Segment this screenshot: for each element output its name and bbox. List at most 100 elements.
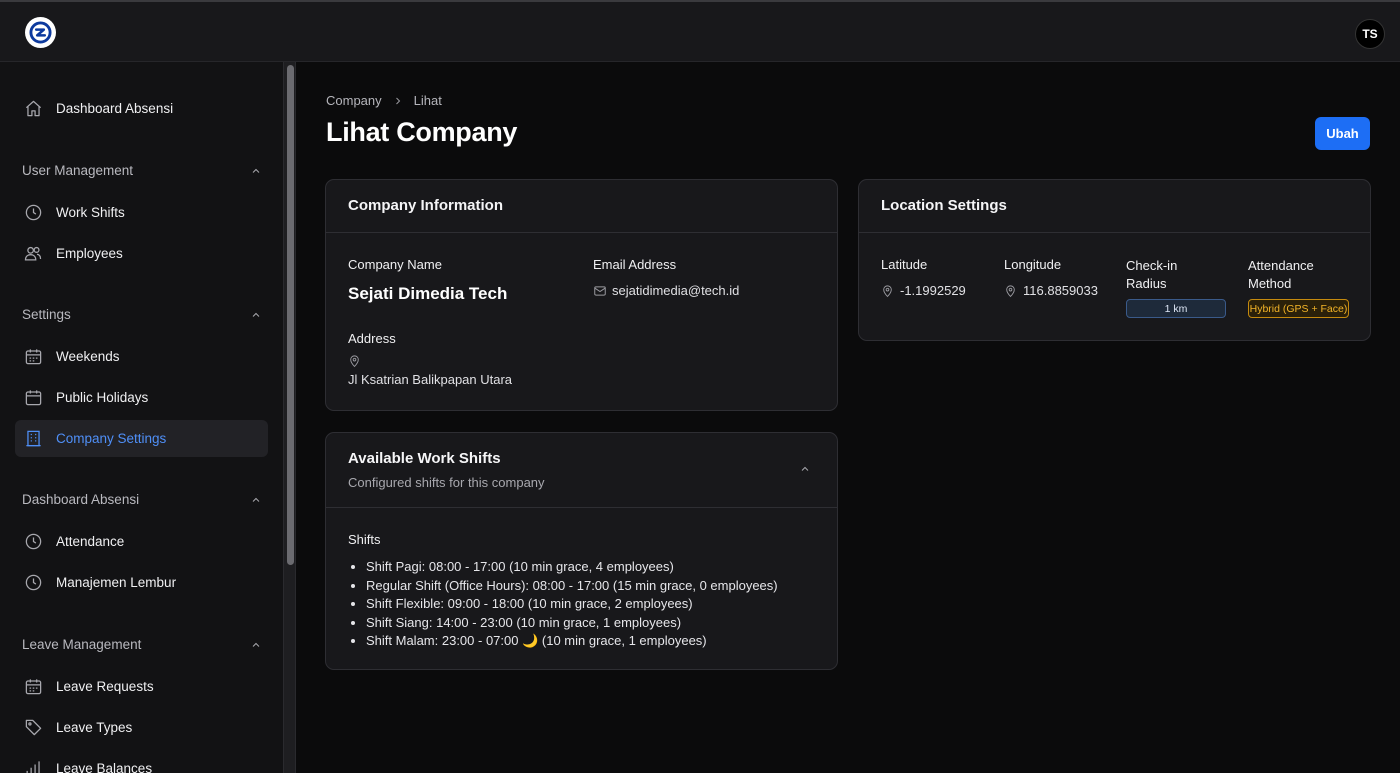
section-title: Leave Management xyxy=(22,637,142,652)
section-user-management[interactable]: User Management xyxy=(22,163,262,178)
attendance-method-badge: Hybrid (GPS + Face) xyxy=(1248,299,1349,318)
sidebar-item-employees[interactable]: Employees xyxy=(15,235,268,272)
card-title: Available Work Shifts xyxy=(348,450,501,467)
list-item: Shift Malam: 23:00 - 07:00 🌙 (10 min gra… xyxy=(366,632,778,651)
latitude-value: -1.1992529 xyxy=(881,283,966,298)
label-line: Attendance xyxy=(1248,258,1314,273)
map-pin-icon xyxy=(1006,284,1015,297)
clock-icon xyxy=(23,532,43,552)
clock-icon xyxy=(23,203,43,223)
calendar-grid-icon xyxy=(23,347,43,367)
shift-list: Shift Pagi: 08:00 - 17:00 (10 min grace,… xyxy=(366,558,778,651)
map-pin-icon xyxy=(350,355,359,368)
sidebar-item-label: Dashboard Absensi xyxy=(56,101,174,116)
company-name-value: Sejati Dimedia Tech xyxy=(348,284,508,303)
section-title: User Management xyxy=(22,163,134,178)
sidebar-item-label: Attendance xyxy=(56,534,125,549)
mail-icon xyxy=(594,285,606,296)
chevron-up-icon xyxy=(252,312,260,317)
sidebar-item-label: Leave Requests xyxy=(56,679,154,694)
top-bar: TS xyxy=(0,0,1400,62)
sidebar-item-manajemen-lembur[interactable]: Manajemen Lembur xyxy=(15,564,268,601)
card-title: Company Information xyxy=(326,180,837,233)
sidebar-item-label: Manajemen Lembur xyxy=(56,575,177,590)
section-leave-management[interactable]: Leave Management xyxy=(22,637,262,652)
section-title: Settings xyxy=(22,307,71,322)
label-line: Check-in xyxy=(1126,258,1178,273)
app-logo[interactable] xyxy=(25,17,56,48)
chevron-up-icon xyxy=(252,497,260,502)
sidebar-item-leave-requests[interactable]: Leave Requests xyxy=(15,668,268,705)
chevron-up-icon xyxy=(252,168,260,173)
work-shifts-card: Available Work Shifts Configured shifts … xyxy=(325,432,838,670)
tag-icon xyxy=(23,718,43,738)
section-dashboard-absensi[interactable]: Dashboard Absensi xyxy=(22,492,262,507)
email-label: Email Address xyxy=(593,257,677,272)
sidebar-item-work-shifts[interactable]: Work Shifts xyxy=(15,194,268,231)
home-icon xyxy=(23,99,43,119)
sidebar-item-label: Weekends xyxy=(56,349,120,364)
longitude-value: 116.8859033 xyxy=(1004,283,1098,298)
bar-chart-icon xyxy=(23,759,43,773)
checkin-radius-label: Check-in Radius xyxy=(1126,257,1177,293)
sidebar-item-attendance[interactable]: Attendance xyxy=(15,523,268,560)
scrollbar-thumb[interactable] xyxy=(287,65,294,565)
email-value: sejatidimedia@tech.id xyxy=(593,283,739,298)
latitude-label: Latitude xyxy=(881,257,928,272)
edit-button[interactable]: Ubah xyxy=(1315,117,1370,150)
page-title: Lihat Company xyxy=(326,117,518,147)
sidebar-item-label: Leave Types xyxy=(56,720,133,735)
sidebar-item-label: Work Shifts xyxy=(56,205,125,220)
card-subtitle: Configured shifts for this company xyxy=(348,475,545,490)
calendar-icon xyxy=(23,388,43,408)
address-value: Jl Ksatrian Balikpapan Utara xyxy=(348,372,513,387)
breadcrumb-current: Lihat xyxy=(413,93,442,108)
user-avatar[interactable]: TS xyxy=(1355,19,1385,49)
section-title: Dashboard Absensi xyxy=(22,492,140,507)
latitude-text: -1.1992529 xyxy=(900,283,966,298)
list-item: Shift Siang: 14:00 - 23:00 (10 min grace… xyxy=(366,614,778,633)
chevron-up-icon xyxy=(252,642,260,647)
card-title: Location Settings xyxy=(859,180,1370,233)
sidebar-item-label: Employees xyxy=(56,246,123,261)
address-label: Address xyxy=(348,331,396,346)
sidebar-item-weekends[interactable]: Weekends xyxy=(15,338,268,375)
company-info-card: Company Information Company Name Sejati … xyxy=(325,179,838,411)
label-line: Radius xyxy=(1126,276,1167,291)
company-name-label: Company Name xyxy=(348,257,442,272)
shifts-label: Shifts xyxy=(348,532,381,547)
list-item: Regular Shift (Office Hours): 08:00 - 17… xyxy=(366,577,778,596)
attendance-method-label: Attendance Method xyxy=(1248,257,1314,293)
location-settings-card: Location Settings Latitude -1.1992529 Lo… xyxy=(858,179,1371,341)
sidebar-item-leave-types[interactable]: Leave Types xyxy=(15,709,268,746)
main-content: Company Lihat Lihat Company Ubah Company… xyxy=(297,62,1400,773)
calendar-grid-icon xyxy=(23,677,43,697)
sidebar-item-label: Company Settings xyxy=(56,431,167,446)
sidebar-item-dashboard-absensi[interactable]: Dashboard Absensi xyxy=(15,90,268,127)
breadcrumb: Company Lihat xyxy=(326,93,442,108)
sidebar-item-label: Leave Balances xyxy=(56,761,153,773)
email-text: sejatidimedia@tech.id xyxy=(612,283,740,298)
map-pin-icon xyxy=(883,284,892,297)
sidebar-item-label: Public Holidays xyxy=(56,390,149,405)
section-settings[interactable]: Settings xyxy=(22,307,262,322)
radius-badge: 1 km xyxy=(1126,299,1226,318)
sidebar: Dashboard Absensi User Management Work S… xyxy=(0,62,283,773)
chevron-up-icon[interactable] xyxy=(799,463,811,475)
list-item: Shift Flexible: 09:00 - 18:00 (10 min gr… xyxy=(366,595,778,614)
sidebar-item-company-settings[interactable]: Company Settings xyxy=(15,420,268,457)
list-item: Shift Pagi: 08:00 - 17:00 (10 min grace,… xyxy=(366,558,778,577)
logo-icon xyxy=(29,21,52,44)
users-icon xyxy=(23,244,43,264)
chevron-right-icon xyxy=(395,97,400,104)
sidebar-item-public-holidays[interactable]: Public Holidays xyxy=(15,379,268,416)
label-line: Method xyxy=(1248,276,1292,291)
collapsible-header[interactable]: Available Work Shifts Configured shifts … xyxy=(326,433,837,508)
longitude-label: Longitude xyxy=(1004,257,1062,272)
breadcrumb-company[interactable]: Company xyxy=(326,93,382,108)
longitude-text: 116.8859033 xyxy=(1023,283,1098,298)
clock-icon xyxy=(23,573,43,593)
sidebar-item-leave-balances[interactable]: Leave Balances xyxy=(15,750,268,773)
sidebar-scrollbar[interactable] xyxy=(283,62,296,773)
building-icon xyxy=(23,429,43,449)
